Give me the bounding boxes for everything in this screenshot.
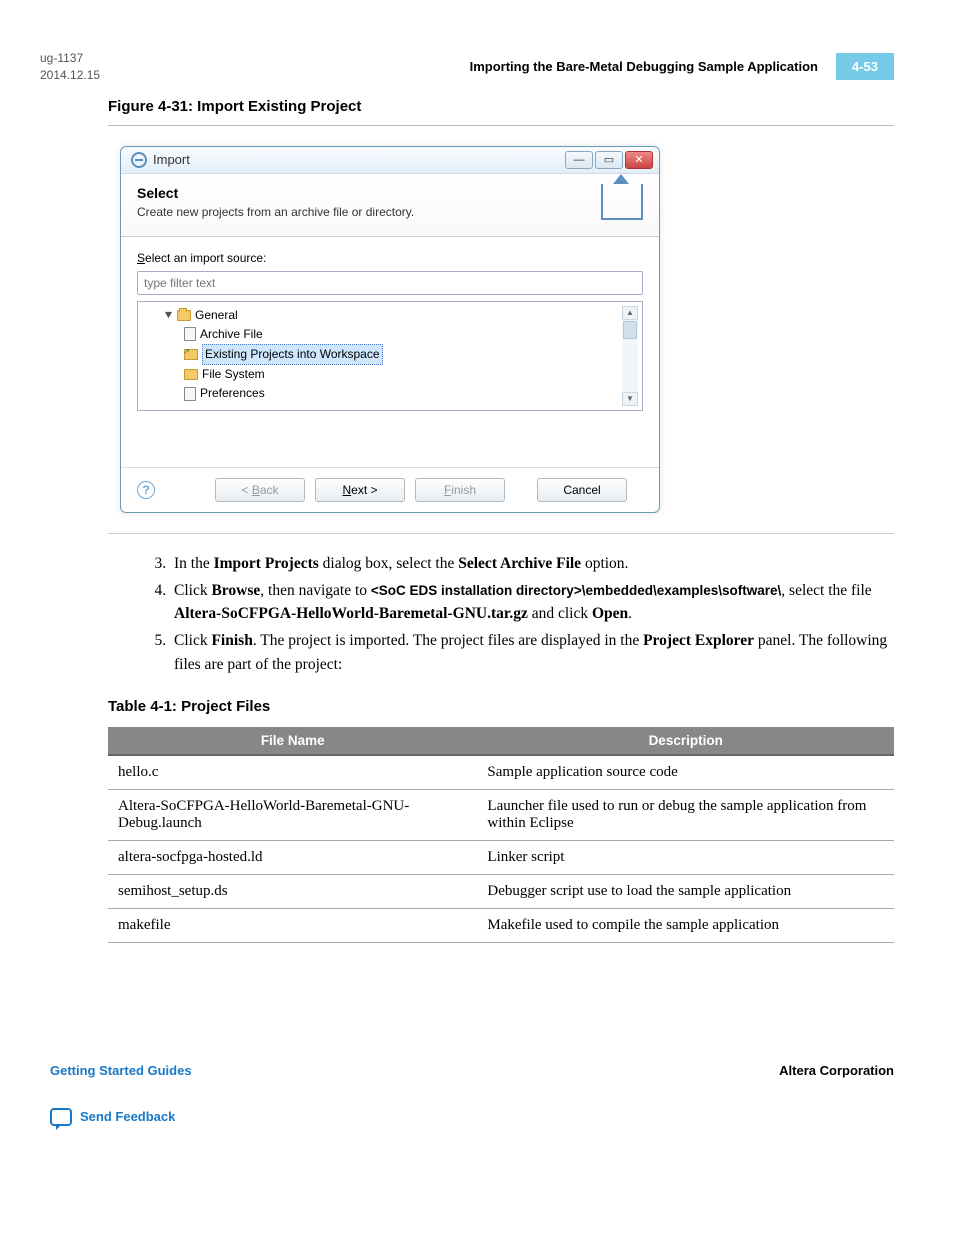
col-description: Description [477, 727, 894, 755]
close-button[interactable]: ✕ [625, 151, 653, 169]
preferences-icon [184, 387, 196, 401]
step-4: Click Browse, then navigate to <SoC EDS … [170, 579, 894, 626]
footer-link-guides[interactable]: Getting Started Guides [50, 1063, 192, 1078]
titlebar[interactable]: Import — ▭ ✕ [121, 147, 659, 174]
divider [108, 533, 894, 534]
step-3: In the Import Projects dialog box, selec… [170, 552, 894, 575]
table-row: semihost_setup.ds Debugger script use to… [108, 874, 894, 908]
import-icon [601, 184, 643, 220]
cancel-button[interactable]: Cancel [537, 478, 627, 502]
dialog-header: Select Create new projects from an archi… [121, 174, 659, 237]
import-dialog: Import — ▭ ✕ Select Create new projects … [120, 146, 660, 513]
table-caption: Table 4-1: Project Files [108, 698, 894, 715]
back-button[interactable]: < Back [215, 478, 305, 502]
page-header: ug-1137 2014.12.15 Importing the Bare-Me… [0, 0, 954, 94]
send-feedback-link[interactable]: Send Feedback [50, 1108, 954, 1126]
project-import-icon [184, 349, 198, 360]
step-list: In the Import Projects dialog box, selec… [170, 552, 894, 676]
table-row: Altera-SoCFPGA-HelloWorld-Baremetal-GNU-… [108, 789, 894, 840]
figure-caption: Figure 4-31: Import Existing Project [108, 98, 954, 115]
finish-button[interactable]: Finish [415, 478, 505, 502]
dialog-subheading: Create new projects from an archive file… [137, 205, 414, 219]
footer-corp: Altera Corporation [779, 1063, 894, 1078]
feedback-icon [50, 1108, 72, 1126]
table-row: makefile Makefile used to compile the sa… [108, 908, 894, 942]
expander-icon[interactable] [164, 311, 173, 320]
tree-panel: General Archive File Existing Projects i… [137, 301, 643, 411]
scrollbar[interactable]: ▲ ▼ [622, 306, 638, 406]
tree-item-file-system[interactable]: File System [146, 365, 383, 384]
scroll-thumb[interactable] [623, 321, 637, 339]
tree-item-preferences[interactable]: Preferences [146, 384, 383, 403]
tree-item-label: File System [202, 365, 265, 384]
page-footer: Getting Started Guides Altera Corporatio… [50, 1063, 894, 1078]
scroll-down-icon[interactable]: ▼ [622, 392, 638, 406]
page-number: 4-53 [836, 53, 894, 80]
tree-item-existing-projects[interactable]: Existing Projects into Workspace [146, 344, 383, 365]
tree-item-label: Preferences [200, 384, 265, 403]
tree-item-archive-file[interactable]: Archive File [146, 325, 383, 344]
divider [108, 125, 894, 126]
import-wizard-icon [131, 152, 147, 168]
window-controls: — ▭ ✕ [565, 151, 653, 169]
doc-date: 2014.12.15 [40, 67, 100, 84]
dialog-heading: Select [137, 185, 414, 201]
tree-item-label: Archive File [200, 325, 263, 344]
folder-open-icon [177, 310, 191, 321]
instructions: In the Import Projects dialog box, selec… [108, 552, 894, 943]
next-button[interactable]: Next > [315, 478, 405, 502]
scroll-track[interactable] [622, 320, 638, 392]
filter-input[interactable] [137, 271, 643, 295]
table-row: altera-socfpga-hosted.ld Linker script [108, 840, 894, 874]
scroll-up-icon[interactable]: ▲ [622, 306, 638, 320]
doc-meta: ug-1137 2014.12.15 [40, 50, 100, 84]
minimize-button[interactable]: — [565, 151, 593, 169]
dialog-footer: ? < Back Next > Finish Cancel [121, 467, 659, 512]
window-title: Import [153, 152, 565, 167]
source-label: Select an import source: [137, 251, 643, 265]
section-title: Importing the Bare-Metal Debugging Sampl… [470, 59, 818, 74]
step-5: Click Finish. The project is imported. T… [170, 629, 894, 676]
feedback-label: Send Feedback [80, 1109, 175, 1124]
folder-icon [184, 369, 198, 380]
tree-item-label: Existing Projects into Workspace [202, 344, 383, 365]
help-icon[interactable]: ? [137, 481, 155, 499]
col-file-name: File Name [108, 727, 477, 755]
tree-node-label: General [195, 306, 238, 325]
doc-id: ug-1137 [40, 50, 100, 67]
header-right: Importing the Bare-Metal Debugging Sampl… [470, 53, 894, 80]
file-icon [184, 327, 196, 341]
maximize-button[interactable]: ▭ [595, 151, 623, 169]
table-header-row: File Name Description [108, 727, 894, 755]
dialog-body: Select an import source: General Archive… [121, 237, 659, 417]
table-row: hello.c Sample application source code [108, 755, 894, 790]
import-source-tree[interactable]: General Archive File Existing Projects i… [142, 306, 383, 406]
tree-node-general[interactable]: General [146, 306, 383, 325]
project-files-table: File Name Description hello.c Sample app… [108, 727, 894, 943]
